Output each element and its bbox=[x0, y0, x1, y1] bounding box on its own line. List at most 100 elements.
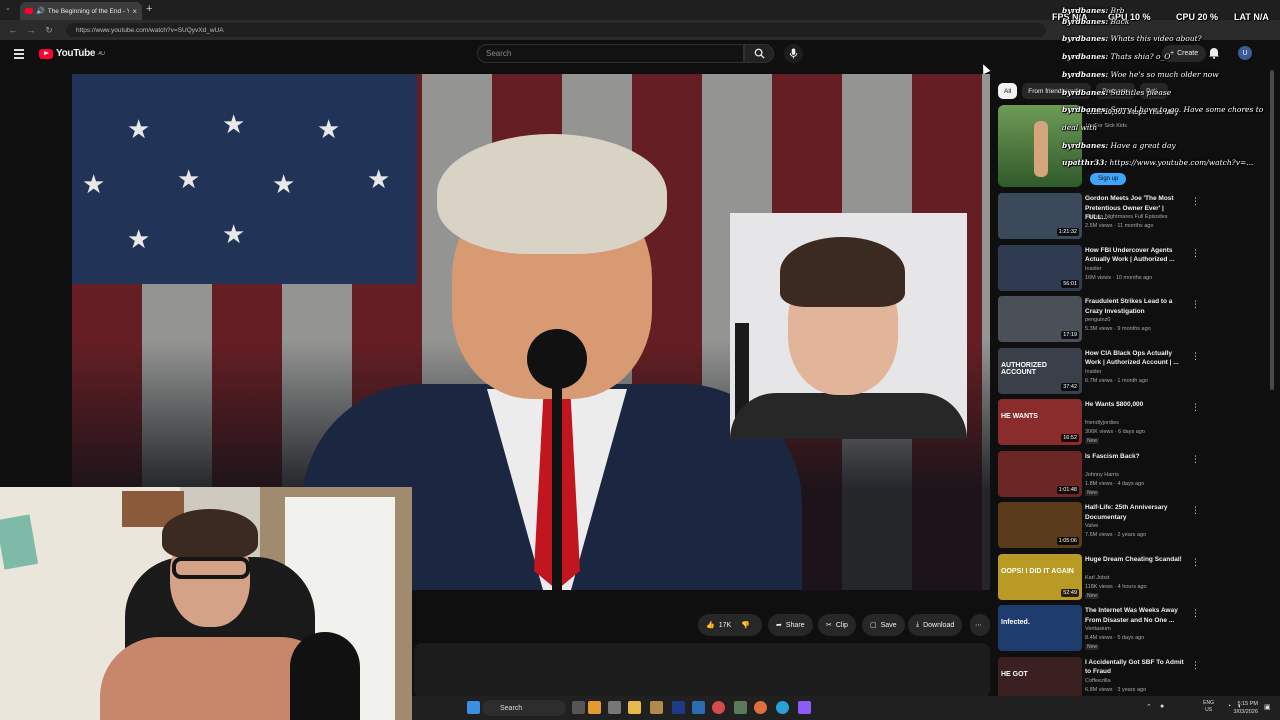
app-icon-6[interactable] bbox=[712, 701, 725, 714]
video-title[interactable]: Huge Dream Cheating Scandal! bbox=[1085, 555, 1185, 565]
tab-list-icon[interactable]: ⌄ bbox=[5, 4, 11, 12]
app-icon-7[interactable] bbox=[734, 701, 747, 714]
more-actions-button[interactable]: ⋯ bbox=[970, 614, 990, 636]
recommendation-item[interactable]: HE WANTS 16:52 He Wants $800,000 friendlyjo… bbox=[998, 399, 1268, 451]
video-actions: 👍 17K 👎 ➦ Share ✂ Clip ▢ Save ⤓ Download… bbox=[414, 614, 990, 636]
speaker-icon[interactable]: 🔊 bbox=[36, 7, 45, 15]
task-view-icon[interactable] bbox=[608, 701, 621, 714]
more-options-icon[interactable]: ⋮ bbox=[1191, 660, 1200, 671]
more-options-icon[interactable]: ⋮ bbox=[1191, 608, 1200, 619]
description-box[interactable] bbox=[414, 643, 990, 698]
forward-button[interactable]: → bbox=[26, 25, 36, 35]
more-options-icon[interactable]: ⋮ bbox=[1191, 402, 1200, 413]
share-label: Share bbox=[785, 621, 805, 629]
video-title[interactable]: He Wants $800,000 bbox=[1085, 400, 1185, 410]
tray-overflow-icon[interactable]: ⌃ bbox=[1146, 703, 1152, 711]
input-language[interactable]: ENG US bbox=[1203, 700, 1214, 714]
taskbar-clock[interactable]: 5:15 PM 3/03/2026 bbox=[1234, 700, 1258, 716]
save-button[interactable]: ▢ Save bbox=[862, 614, 905, 636]
more-options-icon[interactable]: ⋮ bbox=[1191, 557, 1200, 568]
video-title[interactable]: Fraudulent Strikes Lead to a Crazy Inves… bbox=[1085, 297, 1185, 316]
video-thumbnail[interactable]: 17:19 bbox=[998, 296, 1082, 342]
video-thumbnail[interactable]: 56:01 bbox=[998, 244, 1082, 291]
channel-name[interactable]: Veritasium bbox=[1085, 626, 1111, 632]
chrome-icon[interactable] bbox=[776, 701, 789, 714]
search-button[interactable] bbox=[744, 44, 774, 63]
youtube-play-icon bbox=[39, 48, 53, 59]
url-field[interactable]: https://www.youtube.com/watch?v=SUQyvXd_… bbox=[66, 23, 1046, 37]
clip-button[interactable]: ✂ Clip bbox=[818, 614, 856, 636]
video-title[interactable]: How FBI Undercover Agents Actually Work … bbox=[1085, 246, 1185, 265]
more-options-icon[interactable]: ⋮ bbox=[1191, 351, 1200, 362]
video-title[interactable]: The Internet Was Weeks Away From Disaste… bbox=[1085, 606, 1185, 625]
more-options-icon[interactable]: ⋮ bbox=[1191, 196, 1200, 207]
notification-center-icon[interactable]: ▣ bbox=[1264, 703, 1271, 711]
channel-name[interactable]: Kitchen Nightmares Full Episodes bbox=[1085, 214, 1168, 220]
channel-name[interactable]: penguinz0 bbox=[1085, 317, 1110, 323]
video-title[interactable]: I Accidentally Got SBF To Admit to Fraud bbox=[1085, 658, 1185, 677]
more-options-icon[interactable]: ⋮ bbox=[1191, 299, 1200, 310]
more-options-icon[interactable]: ⋮ bbox=[1191, 505, 1200, 516]
recommendation-item[interactable]: Infected. The Internet Was Weeks Away Fro… bbox=[998, 605, 1268, 657]
recommendation-item[interactable]: 1:21:32 Gordon Meets Joe 'The Most Preten… bbox=[998, 193, 1268, 245]
app-icon-2[interactable] bbox=[588, 701, 601, 714]
video-meta: 2.5M views · 11 months ago bbox=[1085, 223, 1154, 229]
video-thumbnail[interactable]: AUTHORIZED ACCOUNT 37:42 bbox=[998, 347, 1082, 394]
firefox-icon[interactable] bbox=[754, 701, 767, 714]
new-tab-button[interactable]: + bbox=[146, 3, 152, 15]
channel-name[interactable]: Karl Jobst bbox=[1085, 575, 1109, 581]
video-thumbnail[interactable]: 1:05:06 bbox=[998, 502, 1082, 548]
recommendation-item[interactable]: AUTHORIZED ACCOUNT 37:42 How CIA Black Ops… bbox=[998, 347, 1268, 400]
taskbar-search[interactable]: Search bbox=[482, 700, 566, 716]
chat-username: byrdbanes: bbox=[1062, 105, 1109, 115]
video-thumbnail[interactable]: OOPS! I DID IT AGAIN 52:49 bbox=[998, 553, 1082, 600]
video-thumbnail[interactable]: HE WANTS 16:52 bbox=[998, 399, 1082, 445]
channel-name[interactable]: Johnny Harris bbox=[1085, 472, 1119, 478]
recommendation-item[interactable]: OOPS! I DID IT AGAIN 52:49 Huge Dream Chea… bbox=[998, 553, 1268, 606]
channel-name[interactable]: friendlyjordies bbox=[1085, 420, 1119, 426]
video-meta: 5.3M views · 9 months ago bbox=[1085, 326, 1151, 332]
recommendation-item[interactable]: 1:05:06 Half-Life: 25th Anniversary Docum… bbox=[998, 502, 1268, 554]
voice-search-button[interactable] bbox=[784, 44, 803, 63]
channel-name[interactable]: Insider bbox=[1085, 266, 1102, 272]
app-icon-4[interactable] bbox=[672, 701, 685, 714]
browser-tab[interactable]: 🔊 The Beginning of the End - Yo × bbox=[20, 2, 142, 20]
video-title[interactable]: Is Fascism Back? bbox=[1085, 452, 1185, 462]
download-button[interactable]: ⤓ Download bbox=[908, 614, 963, 636]
more-options-icon[interactable]: ⋮ bbox=[1191, 454, 1200, 465]
app-icon-8[interactable] bbox=[798, 701, 811, 714]
filter-chip[interactable]: All bbox=[998, 83, 1018, 99]
youtube-logo[interactable]: YouTube AU bbox=[39, 48, 105, 59]
share-button[interactable]: ➦ Share bbox=[768, 614, 813, 636]
video-thumbnail[interactable]: 1:21:32 bbox=[998, 193, 1082, 239]
channel-name[interactable]: Insider bbox=[1085, 369, 1102, 375]
network-icon[interactable]: ◔ bbox=[1227, 703, 1231, 710]
start-icon[interactable] bbox=[467, 701, 480, 714]
menu-icon[interactable] bbox=[14, 49, 24, 61]
app-icon-3[interactable] bbox=[650, 701, 663, 714]
app-icon-1[interactable] bbox=[572, 701, 585, 714]
recommendation-item[interactable]: 1:01:48 Is Fascism Back? Johnny Harris 1.8M… bbox=[998, 450, 1268, 503]
search-input[interactable]: Search bbox=[477, 44, 744, 63]
video-duration: 52:49 bbox=[1061, 588, 1079, 597]
reload-button[interactable]: ↻ bbox=[44, 25, 54, 36]
video-title[interactable]: Half-Life: 25th Anniversary Documentary bbox=[1085, 503, 1185, 522]
channel-name[interactable]: Valve bbox=[1085, 523, 1098, 529]
tray-app-icon[interactable]: ● bbox=[1160, 703, 1164, 710]
video-thumbnail[interactable]: 1:01:48 bbox=[998, 450, 1082, 497]
channel-name[interactable]: Coffeezilla bbox=[1085, 678, 1111, 684]
thumbs-down-icon[interactable]: 👎 bbox=[741, 621, 750, 629]
chat-username: byrdbanes: bbox=[1062, 34, 1109, 44]
file-explorer-icon[interactable] bbox=[628, 701, 641, 714]
recommendation-item[interactable]: 17:19 Fraudulent Strikes Lead to a Crazy … bbox=[998, 296, 1268, 348]
close-tab-icon[interactable]: × bbox=[132, 7, 137, 16]
recommendation-item[interactable]: 56:01 How FBI Undercover Agents Actually … bbox=[998, 244, 1268, 297]
video-duration: 37:42 bbox=[1061, 382, 1079, 391]
video-thumbnail[interactable]: Infected. bbox=[998, 605, 1082, 651]
more-options-icon[interactable]: ⋮ bbox=[1191, 248, 1200, 259]
video-title[interactable]: How CIA Black Ops Actually Work | Author… bbox=[1085, 349, 1185, 368]
like-button[interactable]: 👍 17K 👎 bbox=[698, 614, 762, 636]
back-button[interactable]: ← bbox=[8, 25, 18, 35]
app-icon-5[interactable] bbox=[692, 701, 705, 714]
ad-signup-button[interactable]: Sign up bbox=[1090, 173, 1127, 185]
